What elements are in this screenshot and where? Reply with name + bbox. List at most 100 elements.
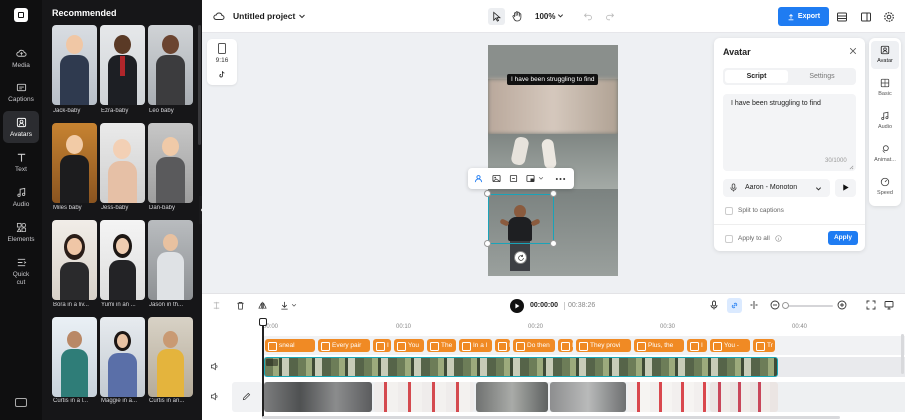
avatar-thumbnail[interactable]	[148, 220, 193, 300]
hand-tool-icon[interactable]	[511, 10, 523, 22]
tool-audio[interactable]: Audio	[871, 107, 899, 135]
zoom-in-icon[interactable]	[837, 300, 847, 310]
caption-chip[interactable]: Tr	[753, 339, 775, 352]
redo-icon[interactable]	[605, 11, 615, 21]
split-view-icon[interactable]	[860, 11, 872, 23]
select-tool-button[interactable]	[488, 8, 505, 25]
tool-avatar[interactable]: Avatar	[871, 41, 899, 69]
avatar-thumbnail[interactable]	[52, 123, 97, 203]
speaker-icon[interactable]	[210, 392, 219, 401]
video-clip[interactable]	[476, 382, 548, 412]
rotate-handle[interactable]	[514, 251, 527, 264]
tab-settings[interactable]: Settings	[790, 70, 854, 83]
rail-item-elements[interactable]: Elements	[3, 216, 39, 248]
resize-handle[interactable]	[550, 240, 557, 247]
speaker-icon[interactable]	[210, 362, 219, 371]
export-button[interactable]: Export	[778, 7, 829, 26]
caption-chip[interactable]: Every pair	[318, 339, 370, 352]
more-options-icon[interactable]	[555, 177, 566, 181]
video-clip[interactable]	[550, 382, 626, 412]
video-clip[interactable]	[264, 382, 372, 412]
avatar-thumbnail[interactable]	[100, 220, 145, 300]
download-icon[interactable]	[280, 301, 289, 310]
project-title[interactable]: Untitled project	[233, 11, 295, 21]
delete-icon[interactable]	[236, 301, 245, 310]
avatar-clip[interactable]	[264, 357, 778, 377]
vertical-scrollbar[interactable]	[901, 334, 904, 374]
chevron-down-icon[interactable]	[291, 302, 297, 308]
monitor-icon[interactable]	[884, 300, 894, 310]
script-textarea[interactable]: I have been struggling to find 30/1000	[723, 94, 856, 171]
rail-item-audio[interactable]: Audio	[3, 181, 39, 213]
voice-selector[interactable]: Aaron - Monoton	[723, 179, 830, 197]
layout-icon[interactable]	[836, 11, 848, 23]
close-icon[interactable]	[849, 47, 857, 55]
play-voice-button[interactable]	[835, 179, 856, 197]
caption-chip[interactable]: Plus, the	[634, 339, 684, 352]
timeline-ruler[interactable]: 00:00 00:10 00:20 00:30 00:40	[262, 322, 905, 332]
caption-chip[interactable]: I	[687, 339, 707, 352]
chevron-down-icon[interactable]	[557, 12, 564, 19]
chevron-down-icon[interactable]	[538, 175, 544, 181]
avatar-thumbnail[interactable]	[148, 123, 193, 203]
caption-chip[interactable]: The	[427, 339, 456, 352]
background-icon[interactable]	[526, 174, 535, 183]
keyboard-shortcuts-icon[interactable]	[15, 398, 27, 407]
microphone-icon[interactable]	[709, 300, 719, 310]
video-clip[interactable]	[628, 382, 708, 412]
avatar-thumbnail[interactable]	[148, 25, 193, 105]
video-clip[interactable]	[374, 382, 474, 412]
rail-item-text[interactable]: Text	[3, 146, 39, 178]
playhead-handle[interactable]	[259, 318, 267, 326]
rail-item-captions[interactable]: Captions	[3, 76, 39, 108]
avatar-thumbnail[interactable]	[100, 123, 145, 203]
tool-animation[interactable]: Animat...	[871, 140, 899, 168]
caption-chip[interactable]: You	[394, 339, 424, 352]
caption-chip[interactable]: They provi	[576, 339, 631, 352]
caption-chip[interactable]: sneal	[265, 339, 315, 352]
rail-item-avatars[interactable]: Avatars	[3, 111, 39, 143]
caption-chip[interactable]: I	[558, 339, 573, 352]
app-logo[interactable]	[14, 8, 28, 22]
rail-item-quick-cut[interactable]: Quick cut	[3, 252, 39, 292]
undo-icon[interactable]	[583, 11, 593, 21]
rail-item-media[interactable]: Media	[3, 42, 39, 74]
resize-handle[interactable]	[484, 240, 491, 247]
apply-button[interactable]: Apply	[828, 231, 858, 245]
avatar-swap-icon[interactable]	[474, 174, 483, 183]
caption-chip[interactable]: Do then	[513, 339, 555, 352]
avatar-thumbnail[interactable]	[100, 25, 145, 105]
tool-basic[interactable]: Basic	[871, 74, 899, 102]
split-captions-checkbox[interactable]	[725, 207, 733, 215]
caption-chip[interactable]: In a l	[459, 339, 492, 352]
settings-gear-icon[interactable]	[883, 11, 895, 23]
tab-script[interactable]: Script	[725, 70, 788, 83]
info-icon[interactable]	[775, 235, 782, 242]
resize-corner-icon[interactable]	[849, 165, 854, 170]
panel-scrollbar[interactable]	[198, 25, 201, 145]
video-clip[interactable]	[710, 382, 778, 412]
play-button[interactable]	[510, 299, 524, 313]
avatar-thumbnail[interactable]	[100, 317, 145, 397]
caption-chip[interactable]: I	[495, 339, 510, 352]
resize-handle[interactable]	[550, 190, 557, 197]
caption-chip[interactable]: I	[373, 339, 391, 352]
playhead[interactable]	[262, 320, 264, 418]
tool-speed[interactable]: Speed	[871, 173, 899, 201]
avatar-thumbnail[interactable]	[148, 317, 193, 397]
avatar-thumbnail[interactable]	[52, 220, 97, 300]
zoom-level[interactable]: 100%	[535, 12, 555, 21]
zoom-slider-thumb[interactable]	[782, 302, 789, 309]
apply-all-checkbox[interactable]	[725, 235, 733, 243]
link-toggle-button[interactable]	[727, 298, 742, 313]
replace-image-icon[interactable]	[492, 174, 501, 183]
edit-pencil-icon[interactable]	[242, 392, 251, 401]
caption-chip[interactable]: You -	[710, 339, 750, 352]
avatar-selection-box[interactable]	[488, 194, 554, 244]
zoom-slider[interactable]	[782, 302, 833, 309]
avatar-thumbnail[interactable]	[52, 25, 97, 105]
crop-icon[interactable]	[509, 174, 518, 183]
fit-icon[interactable]	[866, 300, 876, 310]
avatar-thumbnail[interactable]	[52, 317, 97, 397]
snap-icon[interactable]	[749, 300, 759, 310]
